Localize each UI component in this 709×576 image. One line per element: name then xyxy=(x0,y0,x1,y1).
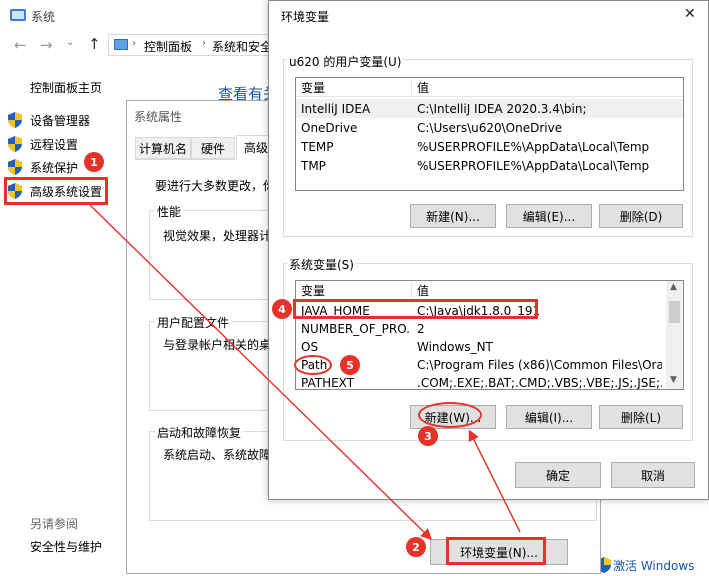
step-badge-3: 3 xyxy=(418,426,438,446)
step-badge-1: 1 xyxy=(84,152,104,172)
arrow-step2-to-step3 xyxy=(468,429,521,533)
annotation-arrows xyxy=(89,204,521,540)
highlight-oval-system-new xyxy=(418,402,482,428)
highlight-oval-path xyxy=(294,355,332,375)
step-badge-4: 4 xyxy=(272,299,292,319)
step-badge-2: 2 xyxy=(406,537,426,557)
highlight-box-java-home xyxy=(293,299,538,319)
arrow-step1-to-step2 xyxy=(89,204,433,540)
step-badge-5: 5 xyxy=(340,355,360,375)
